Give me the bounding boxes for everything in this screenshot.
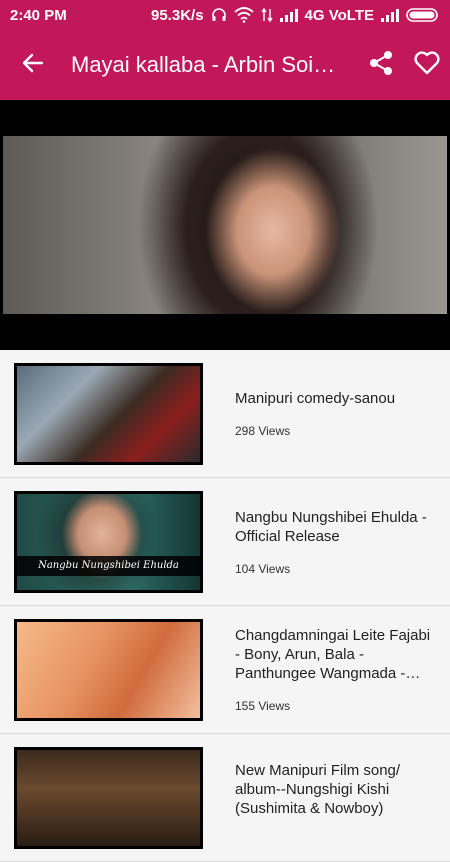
- video-frame[interactable]: [3, 136, 447, 314]
- back-button[interactable]: [0, 30, 66, 100]
- share-icon: [368, 50, 394, 81]
- view-count: 104 Views: [235, 561, 291, 576]
- arrow-left-icon: [22, 52, 44, 79]
- list-item[interactable]: New Manipuri Film song/ album--Nungshigi…: [0, 734, 450, 862]
- net-speed: 95.3K/s: [151, 6, 204, 24]
- video-title[interactable]: Manipuri comedy-sanou: [235, 389, 436, 408]
- video-thumbnail[interactable]: Nangbu Nungshibei Ehulda: [14, 490, 203, 593]
- list-item[interactable]: Manipuri comedy-sanou 298 Views: [0, 350, 450, 478]
- video-player[interactable]: [0, 100, 450, 350]
- video-thumbnail[interactable]: [14, 746, 203, 849]
- network-type: 4G VoLTE: [304, 6, 374, 24]
- view-count: 155 Views: [235, 699, 291, 713]
- favorite-button[interactable]: [404, 30, 450, 100]
- data-transfer-icon: [260, 7, 273, 23]
- related-videos-list: Manipuri comedy-sanou 298 Views Nangbu N…: [0, 350, 450, 862]
- view-count: 298 Views: [235, 424, 291, 438]
- video-title[interactable]: Changdamningai Leite Fajabi - Bony, Arun…: [235, 626, 436, 683]
- status-time: 2:40 PM: [10, 6, 67, 24]
- page-title: Mayai kallaba - Arbin Soibam: [71, 52, 336, 77]
- app-bar: Mayai kallaba - Arbin Soibam: [0, 30, 450, 100]
- headphones-icon: [211, 7, 227, 23]
- status-bar: 2:40 PM 95.3K/s 4G VoLTE: [0, 0, 450, 30]
- thumbnail-caption: Nangbu Nungshibei Ehulda: [17, 555, 200, 576]
- share-button[interactable]: [358, 30, 404, 100]
- signal-icon-2: [381, 8, 399, 22]
- signal-icon: [279, 8, 298, 22]
- video-title[interactable]: New Manipuri Film song/ album--Nungshigi…: [235, 761, 436, 818]
- video-thumbnail[interactable]: [14, 362, 203, 465]
- video-thumbnail[interactable]: [14, 618, 203, 721]
- video-title[interactable]: Nangbu Nungshibei Ehulda - Official Rele…: [235, 508, 436, 546]
- battery-icon: [406, 7, 440, 23]
- wifi-icon: [233, 7, 254, 23]
- list-item[interactable]: Changdamningai Leite Fajabi - Bony, Arun…: [0, 606, 450, 734]
- heart-outline-icon: [413, 50, 441, 81]
- list-item[interactable]: Nangbu Nungshibei Ehulda Nangbu Nungshib…: [0, 478, 450, 606]
